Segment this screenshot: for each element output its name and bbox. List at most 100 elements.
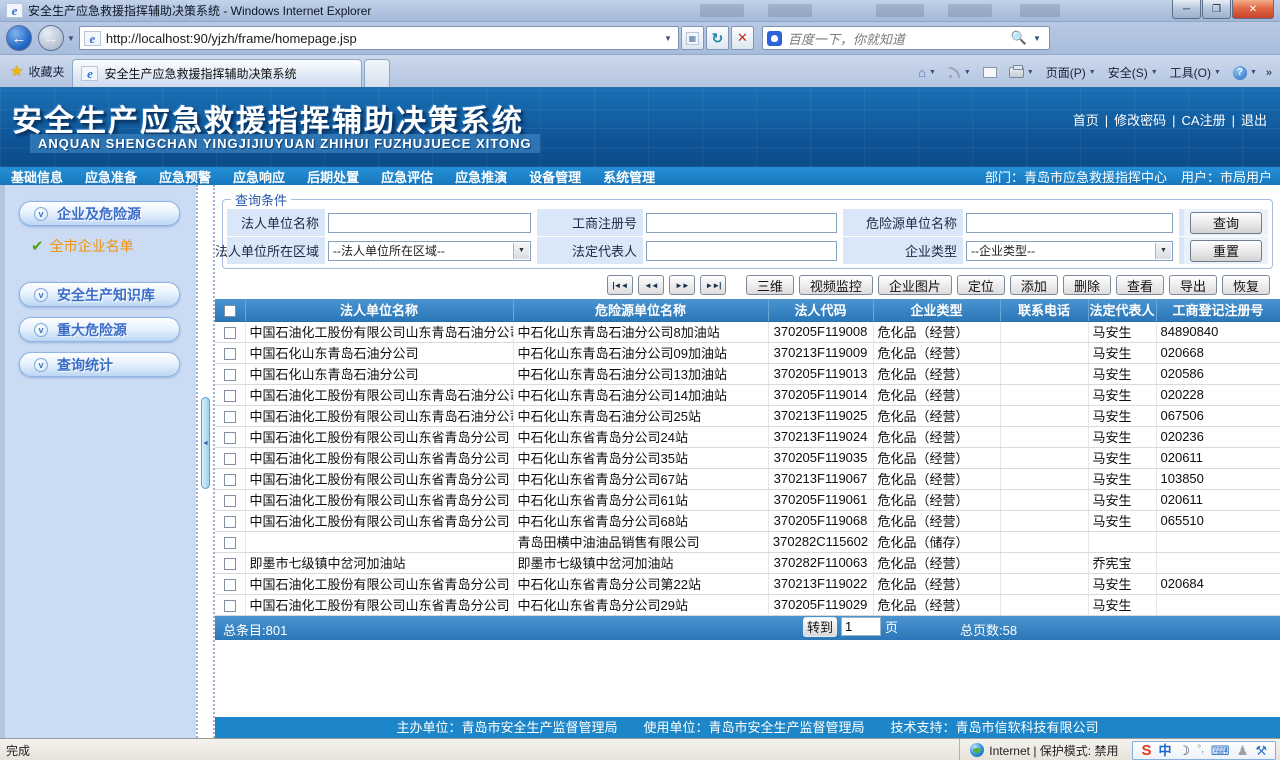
mail-button[interactable] <box>980 65 1000 80</box>
hazard-name-input[interactable] <box>966 212 1173 233</box>
row-checkbox[interactable] <box>223 347 236 360</box>
menu-item[interactable]: 设备管理 <box>518 167 592 186</box>
column-header[interactable]: 危险源单位名称 <box>513 299 769 322</box>
row-checkbox[interactable] <box>223 473 236 486</box>
refresh-button[interactable]: ↻ <box>705 26 729 50</box>
search-button[interactable]: 查询 <box>1190 211 1262 234</box>
toolbar-button[interactable]: 恢复 <box>1221 275 1270 295</box>
row-checkbox[interactable] <box>223 431 236 444</box>
menu-item[interactable]: 应急推演 <box>444 167 518 186</box>
sidebar-collapse-handle[interactable]: ◄ <box>201 397 210 489</box>
banner-link[interactable]: 修改密码 <box>1102 110 1169 129</box>
stop-button[interactable]: ✕ <box>730 26 754 50</box>
row-checkbox[interactable] <box>223 452 236 465</box>
page-number-input[interactable] <box>841 617 881 636</box>
history-dropdown-icon[interactable]: ▼ <box>67 34 75 43</box>
help-button[interactable]: ? ▼ <box>1230 64 1260 82</box>
table-row: 中国石油化工股份有限公司山东省青岛分公司 中石化山东省青岛分公司第22站 370… <box>215 573 1280 595</box>
feeds-button[interactable]: ▼ <box>945 64 974 81</box>
search-dropdown-icon[interactable]: ▼ <box>1033 34 1041 43</box>
toolbar-button[interactable]: 定位 <box>956 275 1005 295</box>
page-menu[interactable]: 页面(P) ▼ <box>1043 62 1099 83</box>
banner-link[interactable]: 退出 <box>1229 110 1270 129</box>
region-select[interactable]: --法人单位所在区域-- ▼ <box>328 240 531 261</box>
last-page-button[interactable]: ►►| <box>699 275 726 295</box>
search-box[interactable]: 百度一下，你就知道 🔍 ▼ <box>761 26 1050 50</box>
row-checkbox[interactable] <box>223 557 236 570</box>
safety-menu[interactable]: 安全(S) ▼ <box>1105 62 1161 83</box>
browser-tab[interactable]: e 安全生产应急救援指挥辅助决策系统 <box>72 59 363 87</box>
forward-button[interactable]: → <box>38 25 64 51</box>
back-button[interactable]: ← <box>6 25 32 51</box>
row-checkbox[interactable] <box>223 326 236 339</box>
row-checkbox[interactable] <box>223 410 236 423</box>
row-checkbox[interactable] <box>223 368 236 381</box>
fullwidth-moon-icon[interactable]: ☽ <box>1178 744 1190 757</box>
row-checkbox[interactable] <box>223 599 236 612</box>
chinese-mode-icon[interactable]: 中 <box>1158 744 1171 757</box>
sidebar-item-city-enterprise-list[interactable]: ✔ 全市企业名单 <box>31 236 196 256</box>
close-button[interactable]: ✕ <box>1232 0 1274 19</box>
legal-name-input[interactable] <box>328 212 531 233</box>
search-placeholder[interactable]: 百度一下，你就知道 <box>788 29 1008 48</box>
account-icon[interactable]: ♟ <box>1237 744 1249 757</box>
column-header[interactable]: 企业类型 <box>873 299 1001 322</box>
select-all-checkbox[interactable] <box>223 304 236 317</box>
ent-type-select[interactable]: --企业类型-- ▼ <box>966 240 1173 261</box>
menu-item[interactable]: 基础信息 <box>0 167 74 186</box>
legal-rep-input[interactable] <box>646 240 837 261</box>
toolbar-button[interactable]: 删除 <box>1062 275 1111 295</box>
menu-item[interactable]: 应急预警 <box>148 167 222 186</box>
reset-button[interactable]: 重置 <box>1190 239 1262 262</box>
address-field[interactable]: e http://localhost:90/yjzh/frame/homepag… <box>78 26 679 50</box>
column-header[interactable]: 法人单位名称 <box>245 299 514 322</box>
new-tab-stub[interactable] <box>364 59 391 87</box>
minimize-button[interactable]: ─ <box>1172 0 1201 19</box>
menu-item[interactable]: 系统管理 <box>592 167 666 186</box>
toolbar-button[interactable]: 视频监控 <box>798 275 873 295</box>
next-page-button[interactable]: ►► <box>668 275 695 295</box>
more-commands-icon[interactable]: » <box>1266 67 1272 79</box>
search-icon[interactable]: 🔍 <box>1008 30 1030 46</box>
url-text[interactable]: http://localhost:90/yjzh/frame/homepage.… <box>106 31 662 46</box>
row-checkbox[interactable] <box>223 515 236 528</box>
column-header[interactable]: 法定代表人 <box>1088 299 1157 322</box>
reg-no-input[interactable] <box>646 212 837 233</box>
maximize-button[interactable]: ❐ <box>1202 0 1231 19</box>
row-checkbox[interactable] <box>223 494 236 507</box>
favorites-button[interactable]: ★ 收藏夹 <box>10 58 64 84</box>
menu-item[interactable]: 应急响应 <box>222 167 296 186</box>
row-checkbox[interactable] <box>223 389 236 402</box>
row-checkbox[interactable] <box>223 536 236 549</box>
column-header[interactable]: 联系电话 <box>1000 299 1089 322</box>
tools-menu[interactable]: 工具(O) ▼ <box>1167 62 1224 83</box>
sogou-logo-icon[interactable]: S <box>1141 743 1151 758</box>
toolbar-button[interactable]: 导出 <box>1168 275 1217 295</box>
address-dropdown-icon[interactable]: ▼ <box>662 34 674 43</box>
compatibility-view-button[interactable]: ▦ <box>680 26 704 50</box>
punctuation-icon[interactable]: °, <box>1197 745 1204 755</box>
print-button[interactable]: ▼ <box>1006 65 1037 80</box>
toolbar-button[interactable]: 添加 <box>1009 275 1058 295</box>
toolbar-button[interactable]: 三维 <box>745 275 794 295</box>
banner-link[interactable]: CA注册 <box>1169 110 1228 129</box>
menu-item[interactable]: 应急准备 <box>74 167 148 186</box>
row-checkbox[interactable] <box>223 578 236 591</box>
banner-link[interactable]: 首页 <box>1070 110 1102 129</box>
settings-wrench-icon[interactable]: ⚒ <box>1255 744 1267 757</box>
goto-page-button[interactable]: 转到 <box>803 616 837 637</box>
prev-page-button[interactable]: ◄◄ <box>637 275 664 295</box>
sidebar-button-query-statistics[interactable]: v 查询统计 <box>19 352 180 377</box>
menu-item[interactable]: 后期处置 <box>296 167 370 186</box>
soft-keyboard-icon[interactable]: ⌨ <box>1211 744 1230 757</box>
home-button[interactable]: ⌂ ▼ <box>915 63 939 82</box>
menu-item[interactable]: 应急评估 <box>370 167 444 186</box>
first-page-button[interactable]: |◄◄ <box>606 275 633 295</box>
sidebar-button-enterprise-hazard[interactable]: v 企业及危险源 <box>19 201 180 226</box>
column-header[interactable]: 工商登记注册号 <box>1156 299 1280 322</box>
column-header[interactable]: 法人代码 <box>768 299 874 322</box>
toolbar-button[interactable]: 查看 <box>1115 275 1164 295</box>
toolbar-button[interactable]: 企业图片 <box>877 275 952 295</box>
sidebar-button-knowledge-base[interactable]: v 安全生产知识库 <box>19 282 180 307</box>
sidebar-button-major-hazard[interactable]: v 重大危险源 <box>19 317 180 342</box>
